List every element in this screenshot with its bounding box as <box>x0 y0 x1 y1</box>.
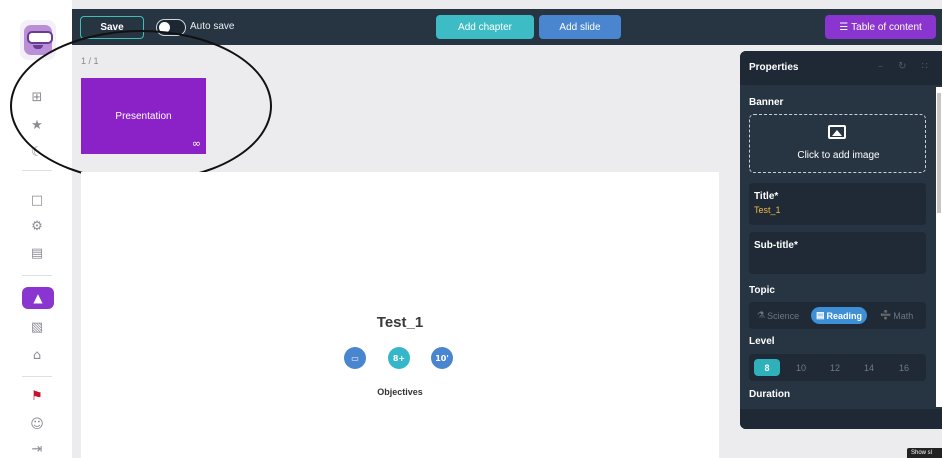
edit-icon[interactable]: ▧ <box>26 316 48 338</box>
logout-icon[interactable]: ⇥ <box>26 438 48 458</box>
title-field-value[interactable]: Test_1 <box>754 205 781 215</box>
topic-science-label: Science <box>767 310 800 321</box>
robot-icon[interactable]: ⌂ <box>26 344 48 366</box>
level-option[interactable]: 12 <box>822 359 848 376</box>
media-icon[interactable]: ▤ <box>26 242 48 264</box>
objectives-label: Objectives <box>377 387 423 397</box>
sidebar-divider <box>22 376 52 377</box>
panel-scrollbar[interactable] <box>936 87 942 407</box>
subtitle-field[interactable]: Sub-title* <box>749 232 926 274</box>
autosave-label: Auto save <box>190 21 235 32</box>
topic-science[interactable]: ⚗ Science <box>757 307 799 324</box>
topic-reading[interactable]: ▤ Reading <box>811 307 868 324</box>
properties-title: Properties <box>749 62 799 73</box>
topic-selector: ⚗ Science ▤ Reading ➗ Math <box>749 302 926 329</box>
title-field[interactable]: Title* Test_1 <box>749 183 926 225</box>
topic-math[interactable]: ➗ Math <box>880 307 913 324</box>
panel-footer <box>740 409 942 429</box>
title-field-label: Title* <box>754 191 779 202</box>
topic-reading-label: Reading <box>826 310 863 321</box>
slide-canvas[interactable]: Test_1 ▭ 8+ 10' Objectives <box>81 172 719 458</box>
graduation-cap-icon[interactable]: ▲ <box>22 287 54 309</box>
level-option[interactable]: 10 <box>788 359 814 376</box>
banner-upload[interactable]: Click to add image <box>749 114 926 173</box>
subtitle-field-label: Sub-title* <box>754 240 798 251</box>
tooltip: Show sl <box>907 448 942 458</box>
sidebar-divider <box>22 170 52 171</box>
add-slide-button[interactable]: Add slide <box>539 15 621 39</box>
list-icon: ☰ <box>839 21 849 33</box>
topic-label: Topic <box>749 285 775 296</box>
level-selector: 8 10 12 14 16 <box>749 354 926 381</box>
properties-panel: Properties – ↻ ∷ Banner Click to add ima… <box>740 51 942 429</box>
level-option[interactable]: 8 <box>754 359 780 376</box>
banner-placeholder: Click to add image <box>797 150 880 161</box>
settings-icon[interactable]: ⚙ <box>26 215 48 237</box>
sidebar-divider <box>22 275 52 276</box>
language-flag-icon[interactable]: ⚑ <box>26 385 48 407</box>
table-of-content-button[interactable]: ☰ Table of content <box>825 15 936 39</box>
topic-badge: ▭ <box>344 347 366 369</box>
slide-title: Test_1 <box>376 314 424 331</box>
duration-badge: 10' <box>431 347 453 369</box>
add-chapter-button[interactable]: Add chapter <box>436 15 534 39</box>
panel-controls-icon[interactable]: – ↻ ∷ <box>878 61 934 72</box>
image-icon <box>828 125 846 139</box>
scrollbar-thumb[interactable] <box>937 93 941 213</box>
properties-header: Properties – ↻ ∷ <box>740 51 942 85</box>
document-icon[interactable]: □ <box>26 189 48 211</box>
level-option[interactable]: 14 <box>856 359 882 376</box>
owl-mascot-logo <box>24 25 53 55</box>
math-icon: ➗ <box>880 310 892 320</box>
flask-icon: ⚗ <box>757 310 766 320</box>
topic-math-label: Math <box>893 310 914 321</box>
annotation-circle <box>10 30 272 182</box>
user-settings-icon[interactable]: ☺ <box>26 413 48 435</box>
level-option[interactable]: 16 <box>891 359 917 376</box>
banner-label: Banner <box>749 97 784 108</box>
level-badge: 8+ <box>388 347 410 369</box>
table-of-content-label: Table of content <box>851 21 922 33</box>
level-label: Level <box>749 336 775 347</box>
book-icon: ▤ <box>816 310 825 320</box>
duration-label: Duration <box>749 389 791 400</box>
